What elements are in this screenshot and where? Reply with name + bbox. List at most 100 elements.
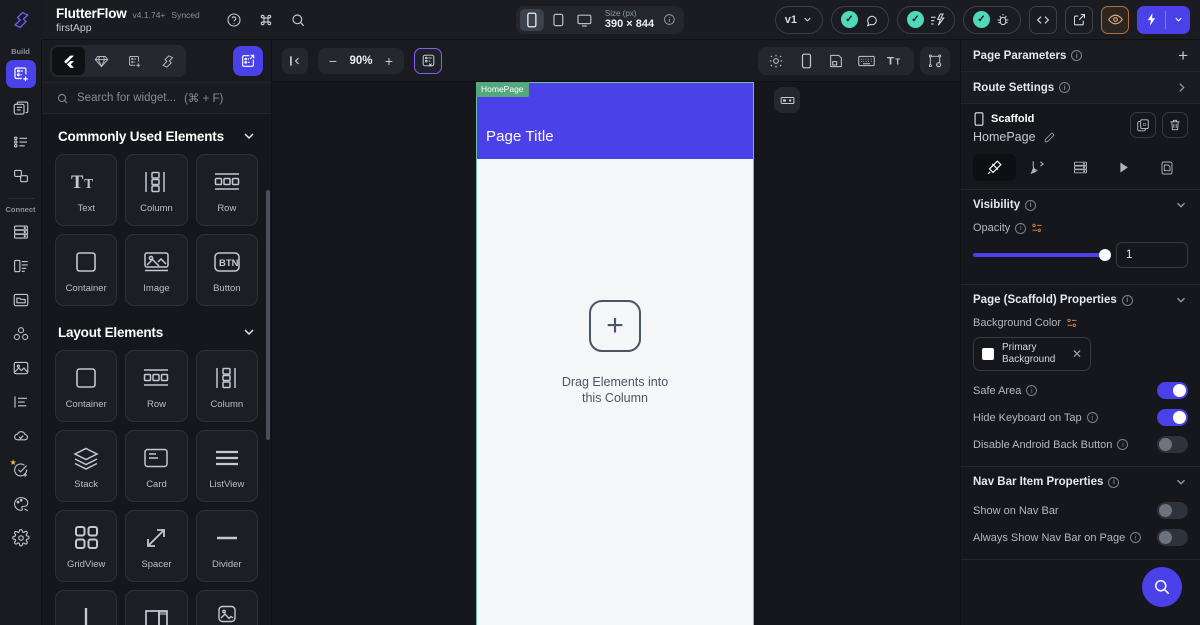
widget-card-container[interactable]: Container <box>55 234 118 306</box>
widget-card-row[interactable]: Row <box>195 154 258 226</box>
clear-color-button[interactable]: ✕ <box>1072 347 1082 361</box>
layout-guides-icon[interactable] <box>821 49 851 73</box>
toggle-switch[interactable] <box>1157 409 1188 426</box>
section-header-layout-elements[interactable]: Layout Elements <box>42 310 271 350</box>
widget-card-spacer[interactable]: Spacer <box>125 510 188 582</box>
add-page-button[interactable] <box>233 46 263 76</box>
toggle-show-on-nav-bar[interactable]: Show on Nav Bar <box>961 497 1200 524</box>
device-preview-frame[interactable]: HomePage Page Title + Drag Elements into… <box>476 82 754 625</box>
device-phone-button[interactable] <box>519 8 544 31</box>
tab-components[interactable] <box>85 47 118 75</box>
rail-item-component-list[interactable] <box>6 128 36 156</box>
info-icon[interactable]: i <box>1026 385 1038 396</box>
widget-card-divider[interactable]: Divider <box>195 510 258 582</box>
device-desktop-button[interactable] <box>572 9 596 31</box>
size-info-icon[interactable] <box>663 13 676 26</box>
info-icon[interactable]: i <box>1130 532 1142 543</box>
text-size-icon[interactable]: TT <box>881 49 911 73</box>
comments-status-button[interactable]: ✓ <box>831 5 889 34</box>
open-external-button[interactable] <box>1065 5 1093 34</box>
code-view-button[interactable] <box>1029 5 1057 34</box>
chevron-down-icon[interactable] <box>241 324 257 340</box>
info-icon[interactable]: i <box>1059 82 1071 93</box>
visibility-header[interactable]: Visibility i <box>961 190 1200 220</box>
debug-status-button[interactable]: ✓ <box>963 5 1021 34</box>
rail-item-page-add[interactable] <box>5 60 36 88</box>
tab-properties[interactable] <box>973 154 1016 181</box>
rail-item-cloud[interactable] <box>6 422 36 450</box>
run-app-button[interactable] <box>1137 5 1190 34</box>
zoom-out-button[interactable]: − <box>325 53 341 69</box>
duplicate-page-button[interactable]: D <box>1130 112 1156 138</box>
chevron-right-icon[interactable] <box>1175 81 1188 94</box>
palette-scrollbar[interactable] <box>266 190 270 440</box>
chevron-down-icon[interactable] <box>1174 293 1188 307</box>
device-frame-icon[interactable] <box>791 49 821 73</box>
rail-item-settings[interactable] <box>6 524 36 552</box>
rail-item-pages[interactable] <box>6 94 36 122</box>
conditional-value-icon[interactable] <box>1066 317 1078 329</box>
info-icon[interactable]: i <box>1025 199 1037 211</box>
color-swatch[interactable] <box>982 348 994 360</box>
route-settings-row[interactable]: Route Settings i <box>961 72 1200 104</box>
palette-scroll-area[interactable]: Commonly Used Elements TT Text Column Ro… <box>42 114 271 625</box>
add-widget-placeholder-button[interactable]: + <box>589 299 641 352</box>
tab-marketplace[interactable] <box>151 47 184 75</box>
info-icon[interactable]: i <box>1108 476 1120 488</box>
zoom-in-button[interactable]: + <box>381 53 397 69</box>
info-icon[interactable]: i <box>1117 439 1129 450</box>
rail-item-database[interactable] <box>6 218 36 246</box>
widget-card-pageview[interactable]: PageView <box>195 590 258 625</box>
widget-settings-icon[interactable] <box>920 46 950 75</box>
info-icon[interactable]: i <box>1015 222 1027 234</box>
toggle-switch[interactable] <box>1157 529 1188 546</box>
widget-card-container[interactable]: Container <box>55 350 118 422</box>
ai-magic-button[interactable] <box>414 47 442 74</box>
rail-item-api[interactable] <box>6 320 36 348</box>
chevron-down-icon[interactable] <box>1174 198 1188 212</box>
tab-animations[interactable] <box>1102 154 1145 181</box>
flutterflow-logo-icon[interactable] <box>0 0 42 40</box>
info-icon[interactable]: i <box>1086 412 1098 423</box>
actions-status-button[interactable]: ✓ <box>897 5 955 34</box>
nav-bar-properties-header[interactable]: Nav Bar Item Properties i <box>961 467 1200 497</box>
help-icon[interactable] <box>226 12 242 28</box>
toggle-always-show-nav-bar[interactable]: Always Show Nav Bar on Page i <box>961 524 1200 551</box>
search-icon[interactable] <box>290 12 306 28</box>
widget-card-column[interactable]: Column <box>195 350 258 422</box>
widget-card-column[interactable]: Column <box>125 154 188 226</box>
run-dropdown-button[interactable] <box>1166 14 1190 25</box>
delete-page-button[interactable] <box>1162 112 1188 138</box>
widget-search-input[interactable]: Search for widget... (⌘ + F) <box>42 82 271 114</box>
tab-page-add[interactable] <box>118 47 151 75</box>
widget-card-tabbar[interactable]: TabBar <box>125 590 188 625</box>
rail-item-collections[interactable] <box>6 252 36 280</box>
device-tablet-button[interactable] <box>546 9 570 31</box>
info-icon[interactable]: i <box>1121 294 1133 306</box>
toggle-bar-icon[interactable] <box>774 87 800 113</box>
add-parameter-button[interactable]: + <box>1178 47 1188 64</box>
command-icon[interactable] <box>258 12 274 28</box>
rail-item-media[interactable] <box>6 354 36 382</box>
opacity-slider[interactable] <box>973 249 1111 261</box>
collapse-panel-button[interactable] <box>282 47 308 74</box>
page-body-column[interactable]: + Drag Elements into this Column <box>477 159 753 625</box>
toggle-switch[interactable] <box>1157 502 1188 519</box>
toggle-switch[interactable] <box>1157 382 1188 399</box>
keyboard-icon[interactable] <box>851 49 881 73</box>
conditional-value-icon[interactable] <box>1031 222 1043 234</box>
widget-card-image[interactable]: Image <box>125 234 188 306</box>
slider-knob[interactable] <box>1099 249 1111 261</box>
chevron-down-icon[interactable] <box>241 128 257 144</box>
canvas-viewport[interactable]: HomePage Page Title + Drag Elements into… <box>272 82 960 625</box>
branch-selector[interactable]: v1 <box>774 5 823 34</box>
widget-card-verticaldivider[interactable]: VerticalDivider <box>55 590 118 625</box>
search-fab[interactable] <box>1142 567 1182 607</box>
tab-flutter-widgets[interactable] <box>52 47 85 75</box>
preview-toggle-button[interactable] <box>1101 5 1129 34</box>
toggle-disable-android-back[interactable]: Disable Android Back Button i <box>961 431 1200 458</box>
tab-actions[interactable] <box>1016 154 1059 181</box>
opacity-value-input[interactable]: 1 <box>1116 242 1188 268</box>
rail-item-theme[interactable] <box>6 490 36 518</box>
chevron-down-icon[interactable] <box>1174 475 1188 489</box>
